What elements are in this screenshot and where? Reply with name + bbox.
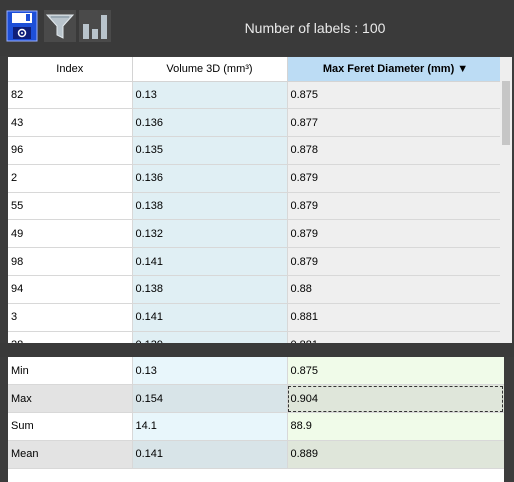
stat-label: Min <box>8 357 133 386</box>
cell-max-feret[interactable]: 0.881 <box>287 331 504 343</box>
stat-max-feret[interactable]: 0.889 <box>287 440 504 469</box>
cell-index[interactable]: 49 <box>8 219 133 249</box>
cell-volume[interactable]: 0.138 <box>132 275 288 304</box>
column-header-max-feret[interactable]: Max Feret Diameter (mm) ▼ <box>287 57 504 82</box>
save-icon[interactable] <box>6 10 38 42</box>
cell-volume[interactable]: 0.141 <box>132 247 288 277</box>
stat-volume[interactable]: 14.1 <box>132 412 288 441</box>
stat-label: Sum <box>8 412 133 441</box>
scrollbar-thumb[interactable] <box>502 81 510 145</box>
cell-volume[interactable]: 0.139 <box>132 331 288 343</box>
stat-max-feret[interactable]: 0.875 <box>287 357 504 386</box>
cell-volume[interactable]: 0.141 <box>132 303 288 332</box>
statistics-table: Min 0.13 0.875 Max 0.154 0.904 Sum 14.1 88.9 Mean… <box>8 357 504 482</box>
cell-max-feret[interactable]: 0.879 <box>287 247 504 277</box>
stat-label: Mean <box>8 440 133 469</box>
stats-row[interactable]: Max 0.154 0.904 <box>8 384 504 414</box>
cell-max-feret[interactable]: 0.879 <box>287 192 504 221</box>
table-row[interactable]: 280.1390.881 <box>8 331 504 343</box>
cell-volume[interactable]: 0.136 <box>132 108 288 138</box>
cell-volume[interactable]: 0.135 <box>132 136 288 165</box>
cell-volume[interactable]: 0.138 <box>132 192 288 221</box>
stats-row[interactable]: Sum 14.1 88.9 <box>8 412 504 441</box>
table-row[interactable]: 96 0.135 0.878 <box>8 136 504 165</box>
stat-volume[interactable]: 0.141 <box>132 440 288 469</box>
panel-divider[interactable] <box>0 343 514 357</box>
cell-max-feret[interactable]: 0.879 <box>287 164 504 193</box>
cell-max-feret[interactable]: 0.877 <box>287 108 504 138</box>
column-header-index[interactable]: Index <box>8 57 133 82</box>
cell-index[interactable]: 43 <box>8 108 133 138</box>
cell-index[interactable]: 82 <box>8 81 133 110</box>
stats-row[interactable]: Min 0.13 0.875 <box>8 357 504 386</box>
labels-table: Index Volume 3D (mm³) Max Feret Diameter… <box>8 57 504 343</box>
cell-max-feret[interactable]: 0.878 <box>287 136 504 165</box>
table-row[interactable]: 55 0.138 0.879 <box>8 192 504 221</box>
cell-volume[interactable]: 0.136 <box>132 164 288 193</box>
toolbar: Number of labels : 100 <box>0 0 514 56</box>
cell-index[interactable]: 55 <box>8 192 133 221</box>
stat-max-feret[interactable]: 0.904 <box>287 384 504 414</box>
table-row[interactable]: 3 0.141 0.881 <box>8 303 504 332</box>
bar-chart-icon[interactable] <box>79 10 111 42</box>
cell-index[interactable]: 28 <box>8 331 133 343</box>
cell-max-feret[interactable]: 0.879 <box>287 219 504 249</box>
cell-index[interactable]: 3 <box>8 303 133 332</box>
table-row[interactable]: 2 0.136 0.879 <box>8 164 504 193</box>
cell-max-feret[interactable]: 0.88 <box>287 275 504 304</box>
cell-index[interactable]: 94 <box>8 275 133 304</box>
label-count-text: Number of labels : 100 <box>244 20 386 36</box>
table-row[interactable]: 82 0.13 0.875 <box>8 81 504 110</box>
cell-volume[interactable]: 0.13 <box>132 81 288 110</box>
cell-max-feret[interactable]: 0.875 <box>287 81 504 110</box>
stat-max-feret[interactable]: 88.9 <box>287 412 504 441</box>
cell-max-feret[interactable]: 0.881 <box>287 303 504 332</box>
cell-index[interactable]: 2 <box>8 164 133 193</box>
stat-label: Max <box>8 384 133 414</box>
filter-icon[interactable] <box>44 10 76 42</box>
column-header-volume[interactable]: Volume 3D (mm³) <box>132 57 288 82</box>
table-row[interactable]: 94 0.138 0.88 <box>8 275 504 304</box>
cell-index[interactable]: 98 <box>8 247 133 277</box>
stat-volume[interactable]: 0.13 <box>132 357 288 386</box>
cell-index[interactable]: 96 <box>8 136 133 165</box>
table-row[interactable]: 98 0.141 0.879 <box>8 247 504 277</box>
cell-volume[interactable]: 0.132 <box>132 219 288 249</box>
table-row[interactable]: 49 0.132 0.879 <box>8 219 504 249</box>
stats-row[interactable]: Mean 0.141 0.889 <box>8 440 504 469</box>
vertical-scrollbar[interactable] <box>500 57 512 343</box>
table-row[interactable]: 43 0.136 0.877 <box>8 108 504 138</box>
stat-volume[interactable]: 0.154 <box>132 384 288 414</box>
